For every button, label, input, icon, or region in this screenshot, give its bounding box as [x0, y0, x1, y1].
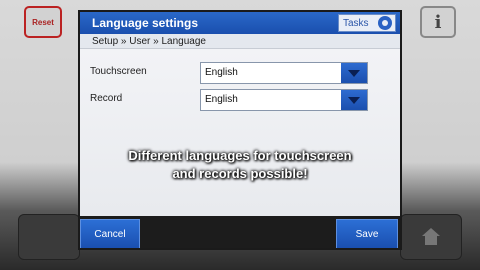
- tasks-button[interactable]: Tasks: [338, 14, 396, 32]
- record-dropdown-button[interactable]: [341, 90, 367, 110]
- record-language-value: English: [205, 94, 238, 105]
- caption-line-1: Different languages for touchscreen: [128, 148, 352, 163]
- gear-icon: [378, 16, 392, 30]
- record-language-select[interactable]: English: [200, 89, 368, 111]
- device-back-button[interactable]: [18, 214, 80, 260]
- info-button[interactable]: i: [420, 6, 456, 38]
- settings-panel: Touchscreen English Record English Diffe…: [80, 49, 400, 216]
- caption-overlay: Different languages for touchscreen and …: [80, 147, 400, 183]
- touchscreen-label: Touchscreen: [90, 66, 147, 77]
- title-bar: Language settings Tasks: [80, 12, 400, 34]
- cancel-button[interactable]: Cancel: [80, 219, 140, 248]
- save-button[interactable]: Save: [336, 219, 398, 248]
- touchscreen-dropdown-button[interactable]: [341, 63, 367, 83]
- record-label: Record: [90, 93, 123, 104]
- touchscreen-display: Language settings Tasks Setup » User » L…: [78, 10, 402, 250]
- device-home-button[interactable]: [400, 214, 462, 260]
- touchscreen-language-select[interactable]: English: [200, 62, 368, 84]
- touchscreen-language-value: English: [205, 67, 238, 78]
- caption-line-2: and records possible!: [172, 166, 308, 181]
- reset-button[interactable]: Reset: [24, 6, 62, 38]
- tasks-label: Tasks: [343, 17, 369, 29]
- footer-bar: Cancel Save: [80, 216, 400, 248]
- breadcrumb: Setup » User » Language: [80, 34, 400, 49]
- chevron-down-icon: [348, 96, 360, 104]
- home-icon: [421, 228, 441, 246]
- window-title: Language settings: [92, 16, 199, 30]
- chevron-down-icon: [348, 69, 360, 77]
